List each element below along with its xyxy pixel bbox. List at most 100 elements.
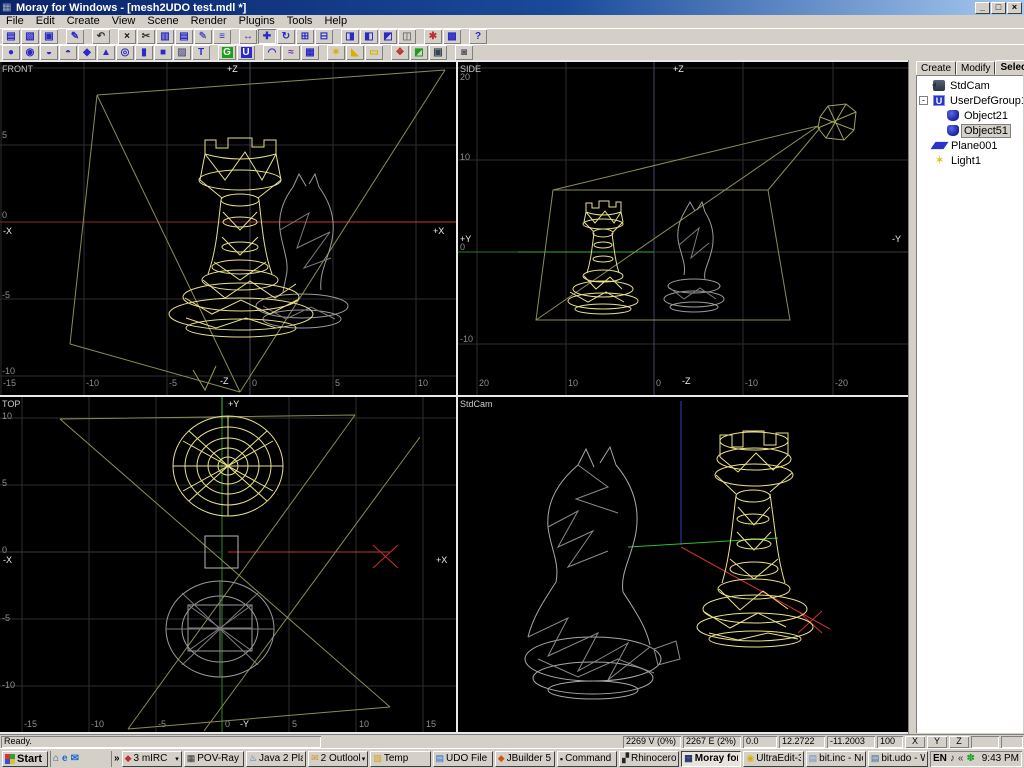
task-command[interactable]: ▪ Command P... bbox=[557, 751, 617, 767]
task-bit-inc[interactable]: ▤ bit.inc - Not... bbox=[806, 751, 866, 767]
knight-wireframe[interactable] bbox=[664, 202, 724, 312]
task-ultraedit[interactable]: ◉ UltraEdit-32 bbox=[743, 751, 803, 767]
restore-button[interactable]: □ bbox=[991, 2, 1006, 14]
menu-item[interactable]: Create bbox=[61, 15, 106, 28]
create-polygon-button[interactable]: ◆ bbox=[78, 45, 96, 60]
open-file-button[interactable]: ▧ bbox=[21, 29, 39, 44]
y-axis-button[interactable]: Y bbox=[927, 736, 947, 748]
menu-item[interactable]: Help bbox=[318, 15, 353, 28]
icq-icon[interactable]: ✽ bbox=[966, 753, 974, 764]
top-viewport[interactable]: TOP +Y -Y -X +X -15 -10 -5 0 5 10 15 10 … bbox=[0, 397, 456, 732]
panel-tab[interactable]: Select bbox=[995, 60, 1024, 75]
render-view-button[interactable]: ◧ bbox=[360, 29, 378, 44]
move-tool-button[interactable]: ✚ bbox=[258, 29, 276, 44]
task-moray[interactable]: ▦ Moray for ... bbox=[681, 751, 741, 767]
create-lathe-button[interactable]: ◠ bbox=[263, 45, 281, 60]
render-region-button[interactable]: ◩ bbox=[379, 29, 397, 44]
x-axis-button[interactable]: X bbox=[905, 736, 925, 748]
translate-tool-button[interactable]: ↔ bbox=[239, 29, 257, 44]
delete-button[interactable]: × bbox=[118, 29, 136, 44]
object-list-button[interactable]: ≡ bbox=[213, 29, 231, 44]
save-file-button[interactable]: ▣ bbox=[40, 29, 58, 44]
menu-item[interactable]: File bbox=[0, 15, 30, 28]
split-view-button[interactable]: ⊟ bbox=[315, 29, 333, 44]
tree-item[interactable]: Plane001 bbox=[916, 138, 1023, 153]
paste-button[interactable]: ▤ bbox=[175, 29, 193, 44]
dome-button[interactable]: ▣ bbox=[429, 45, 447, 60]
new-file-button[interactable]: ▤ bbox=[2, 29, 20, 44]
render-pause-button[interactable]: ◫ bbox=[398, 29, 416, 44]
task-dropdown-arrow[interactable]: ▾ bbox=[175, 755, 179, 763]
menu-item[interactable]: Tools bbox=[281, 15, 319, 28]
side-viewport-canvas[interactable] bbox=[458, 62, 908, 395]
task-temp[interactable]: ▨ Temp bbox=[370, 751, 430, 767]
minimize-button[interactable]: _ bbox=[975, 2, 990, 14]
knight-wireframe[interactable] bbox=[256, 174, 348, 328]
language-indicator[interactable]: EN bbox=[933, 753, 947, 764]
task-outlook[interactable]: ✉ 2 Outlook ... ▾ bbox=[308, 751, 368, 767]
mail-icon[interactable]: ✉ bbox=[71, 753, 79, 764]
expander-icon[interactable]: - bbox=[919, 96, 928, 105]
front-viewport-canvas[interactable] bbox=[0, 62, 456, 395]
menu-item[interactable]: Edit bbox=[30, 15, 61, 28]
tree-item[interactable]: Object21 bbox=[916, 108, 1023, 123]
create-mesh-button[interactable]: ▦ bbox=[301, 45, 319, 60]
desktop-icon[interactable]: ⌂ bbox=[53, 753, 59, 764]
task-rhino[interactable]: ▞ Rhinoceros ... bbox=[619, 751, 679, 767]
camera-wireframe[interactable] bbox=[818, 104, 856, 140]
area-light-button[interactable]: ▭ bbox=[365, 45, 383, 60]
task-mirc[interactable]: ◆ 3 mIRC ▾ bbox=[122, 751, 182, 767]
z-axis-button[interactable]: Z bbox=[949, 736, 969, 748]
top-viewport-canvas[interactable] bbox=[0, 397, 456, 732]
task-povray[interactable]: ▦ POV-Ray fo... bbox=[184, 751, 244, 767]
preview-button[interactable]: ✱ bbox=[424, 29, 442, 44]
rook-top-wireframe[interactable] bbox=[173, 416, 283, 516]
camera-viewport-canvas[interactable] bbox=[458, 397, 908, 732]
menu-item[interactable]: Plugins bbox=[233, 15, 281, 28]
side-viewport[interactable]: SIDE +Z -Z +Y -Y 20 10 0 -10 -20 20 10 0… bbox=[458, 62, 908, 395]
knight-wireframe[interactable] bbox=[525, 447, 680, 699]
panel-tab[interactable]: Create bbox=[916, 61, 956, 75]
create-text-button[interactable]: T bbox=[192, 45, 210, 60]
clock[interactable]: 9:43 PM bbox=[982, 753, 1019, 764]
help-button[interactable]: ? bbox=[469, 29, 487, 44]
title-bar[interactable]: ▦ Moray for Windows - [mesh2UDO test.mdl… bbox=[0, 0, 1024, 15]
volume-icon[interactable]: ♪ bbox=[950, 753, 955, 764]
toolbar-overflow-chevron[interactable]: » bbox=[114, 753, 120, 764]
create-cone-button[interactable]: ▲ bbox=[97, 45, 115, 60]
animation-button[interactable]: ❖ bbox=[391, 45, 409, 60]
create-box-button[interactable]: ■ bbox=[154, 45, 172, 60]
material-editor-button[interactable]: ▩ bbox=[443, 29, 461, 44]
task-jbuilder[interactable]: ◆ JBuilder 5 - ... bbox=[495, 751, 555, 767]
tree-item[interactable]: Object51 bbox=[916, 123, 1023, 138]
create-ellipsoid-button[interactable]: ◒ bbox=[40, 45, 58, 60]
create-sphere-button[interactable]: ● bbox=[2, 45, 20, 60]
knight-top-wireframe[interactable] bbox=[166, 581, 274, 677]
task-java[interactable]: ♨ Java 2 Platf... bbox=[246, 751, 306, 767]
panel-splitter[interactable] bbox=[908, 60, 915, 734]
quad-view-button[interactable]: ⊞ bbox=[296, 29, 314, 44]
create-cylinder-button[interactable]: ▮ bbox=[135, 45, 153, 60]
start-button[interactable]: Start bbox=[2, 751, 48, 767]
tree-item[interactable]: ✶ Light1 bbox=[916, 153, 1023, 168]
rook-wireframe[interactable] bbox=[169, 138, 313, 337]
create-sweep-button[interactable]: ≈ bbox=[282, 45, 300, 60]
render-camera-button[interactable]: ◙ bbox=[455, 45, 473, 60]
create-blob-button[interactable]: ◉ bbox=[21, 45, 39, 60]
task-dropdown-arrow[interactable]: ▾ bbox=[362, 755, 366, 763]
task-bit-udo[interactable]: ▤ bit.udo - W... bbox=[868, 751, 928, 767]
cut-button[interactable]: ✂ bbox=[137, 29, 155, 44]
tree-item[interactable]: - U UserDefGroup1 bbox=[916, 93, 1023, 108]
create-torus-button[interactable]: ◎ bbox=[116, 45, 134, 60]
close-button[interactable]: × bbox=[1007, 2, 1022, 14]
undo-button[interactable]: ↶ bbox=[92, 29, 110, 44]
menu-item[interactable]: Render bbox=[185, 15, 233, 28]
point-light-button[interactable]: ✶ bbox=[327, 45, 345, 60]
browser-icon[interactable]: e bbox=[62, 753, 68, 764]
create-disc-button[interactable]: ◓ bbox=[59, 45, 77, 60]
export-povray-button[interactable]: ✎ bbox=[66, 29, 84, 44]
panel-tab[interactable]: Modify bbox=[956, 61, 995, 75]
render-scene-button[interactable]: ◨ bbox=[341, 29, 359, 44]
camera-viewport[interactable]: StdCam bbox=[458, 397, 908, 732]
task-udo-file[interactable]: ▤ UDO File Fo... bbox=[433, 751, 493, 767]
